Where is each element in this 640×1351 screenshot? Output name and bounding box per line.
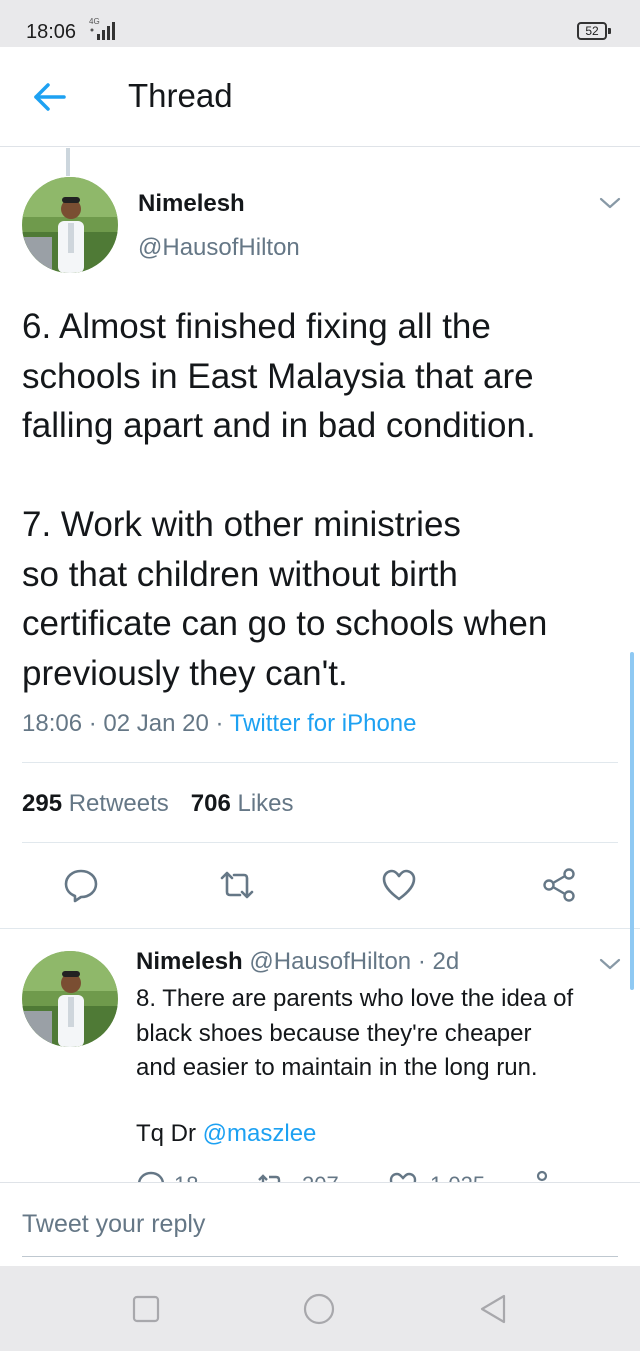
avatar-image: [22, 177, 118, 273]
reply-age: · 2d: [417, 948, 460, 975]
retweets-stat[interactable]: 295 Retweets: [22, 790, 169, 817]
author-handle[interactable]: @HausofHilton: [138, 234, 300, 262]
reply-composer: [0, 1182, 640, 1266]
reply-author-name[interactable]: Nimelesh: [136, 948, 243, 975]
thread-header: Thread: [0, 47, 640, 147]
tweet-metadata: 18:06 · 02 Jan 20 · Twitter for iPhone: [22, 710, 416, 738]
avatar[interactable]: [22, 951, 118, 1047]
share-icon[interactable]: [540, 866, 578, 904]
reply-tweet-text-mention-line: Tq Dr @maszlee: [136, 1120, 316, 1148]
likes-count: 706: [190, 790, 231, 817]
reply-header: Nimelesh @HausofHilton · 2d: [136, 948, 459, 976]
back-nav-icon[interactable]: [476, 1292, 510, 1326]
reply-count: 18: [174, 1172, 198, 1182]
thread-connector-line: [66, 148, 70, 176]
reply-input[interactable]: [22, 1207, 618, 1257]
retweets-count: 295: [22, 790, 63, 817]
author-name[interactable]: Nimelesh: [138, 190, 245, 218]
tweet-source-link[interactable]: Twitter for iPhone: [230, 710, 417, 737]
avatar-image: [22, 951, 118, 1047]
chevron-down-icon[interactable]: [599, 957, 621, 971]
recents-icon[interactable]: [129, 1292, 163, 1326]
arrow-left-icon[interactable]: [26, 77, 74, 117]
avatar[interactable]: [22, 177, 118, 273]
home-icon[interactable]: [302, 1292, 336, 1326]
chevron-down-icon[interactable]: [599, 196, 621, 210]
system-nav-bar: [0, 1266, 640, 1351]
divider: [22, 842, 618, 843]
battery-icon: 52: [577, 22, 607, 40]
reply-icon[interactable]: [136, 1170, 166, 1182]
battery-tip: [608, 28, 611, 34]
likes-label: Likes: [237, 790, 294, 817]
reply-tq-prefix: Tq Dr: [136, 1120, 196, 1147]
status-time: 18:06: [26, 21, 77, 43]
divider: [0, 928, 640, 929]
reply-icon[interactable]: [62, 866, 100, 904]
retweets-label: Retweets: [68, 790, 169, 817]
page-title: Thread: [128, 77, 233, 114]
mention-link[interactable]: @maszlee: [203, 1120, 317, 1147]
share-icon[interactable]: [522, 1170, 552, 1182]
tweet-time: 18:06: [22, 710, 83, 737]
retweet-icon[interactable]: [218, 866, 256, 904]
meta-separator: ·: [88, 710, 97, 737]
reply-tweet-text: 8. There are parents who love the idea o…: [136, 985, 574, 1081]
reply-author-handle[interactable]: @HausofHilton: [249, 948, 411, 975]
tweet-stats: 295 Retweets 706 Likes: [22, 790, 294, 818]
tweet-date: 02 Jan 20: [103, 710, 209, 737]
scrollbar[interactable]: [630, 652, 634, 990]
heart-icon[interactable]: [388, 1170, 418, 1182]
tweet-text: 6. Almost finished fixing all the school…: [22, 307, 548, 693]
reply-actions: 18 207 1,025: [130, 1170, 630, 1182]
retweet-count: 207: [302, 1172, 339, 1182]
network-type: 4G: [89, 17, 100, 26]
like-count: 1,025: [430, 1172, 485, 1182]
divider: [22, 762, 618, 763]
status-bar: 18:06 4G 52: [0, 0, 640, 47]
meta-separator: ·: [215, 710, 224, 737]
likes-stat[interactable]: 706 Likes: [191, 790, 294, 817]
heart-icon[interactable]: [380, 866, 418, 904]
retweet-icon[interactable]: [256, 1170, 286, 1182]
signal-icon: 4G: [89, 17, 115, 40]
